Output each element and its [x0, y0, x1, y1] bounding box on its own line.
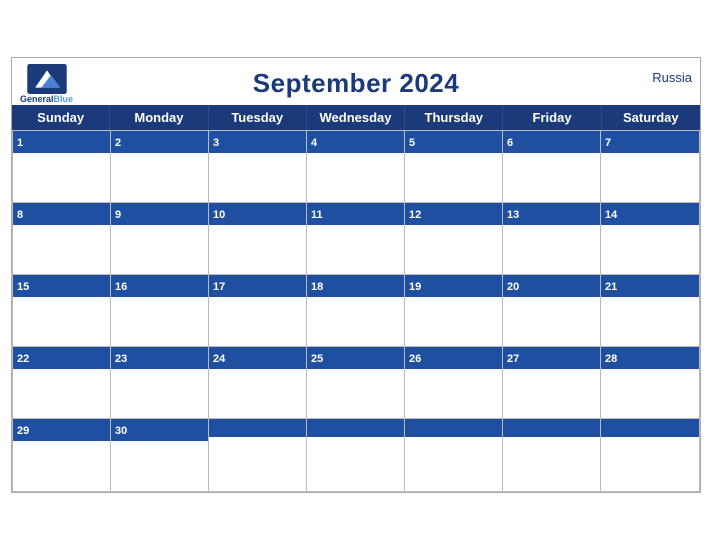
header-saturday: Saturday	[602, 105, 700, 130]
day-cell-30: 30	[111, 419, 209, 491]
week-row-1: 1 2 3 4 5 6 7	[13, 131, 699, 203]
day-cell-11: 11	[307, 203, 405, 275]
day-cell-13: 13	[503, 203, 601, 275]
header-tuesday: Tuesday	[209, 105, 307, 130]
header-sunday: Sunday	[12, 105, 110, 130]
day-cell-10: 10	[209, 203, 307, 275]
day-cell-22: 22	[13, 347, 111, 419]
header-monday: Monday	[110, 105, 208, 130]
day-cell-empty-1	[209, 419, 307, 491]
week-row-4: 22 23 24 25 26 27 28	[13, 347, 699, 419]
day-cell-4: 4	[307, 131, 405, 203]
day-cell-25: 25	[307, 347, 405, 419]
week-row-3: 15 16 17 18 19 20 21	[13, 275, 699, 347]
brand-logo-area: GeneralBlue	[20, 64, 73, 104]
day-cell-2: 2	[111, 131, 209, 203]
day-cell-5: 5	[405, 131, 503, 203]
day-cell-empty-2	[307, 419, 405, 491]
day-cell-6: 6	[503, 131, 601, 203]
day-cell-empty-5	[601, 419, 699, 491]
week-row-5: 29 30	[13, 419, 699, 491]
day-cell-1: 1	[13, 131, 111, 203]
day-cell-17: 17	[209, 275, 307, 347]
calendar-container: GeneralBlue September 2024 Russia Sunday…	[11, 57, 701, 493]
day-cell-28: 28	[601, 347, 699, 419]
day-cell-23: 23	[111, 347, 209, 419]
day-cell-7: 7	[601, 131, 699, 203]
day-cell-14: 14	[601, 203, 699, 275]
day-cell-12: 12	[405, 203, 503, 275]
header-wednesday: Wednesday	[307, 105, 405, 130]
day-cell-20: 20	[503, 275, 601, 347]
day-cell-19: 19	[405, 275, 503, 347]
brand-general-text: General	[20, 94, 54, 104]
day-cell-26: 26	[405, 347, 503, 419]
day-cell-15: 15	[13, 275, 111, 347]
day-cell-8: 8	[13, 203, 111, 275]
country-label: Russia	[652, 70, 692, 85]
day-cell-18: 18	[307, 275, 405, 347]
day-cell-21: 21	[601, 275, 699, 347]
brand-svg-icon	[27, 64, 67, 94]
day-cell-29: 29	[13, 419, 111, 491]
day-cell-16: 16	[111, 275, 209, 347]
day-cell-9: 9	[111, 203, 209, 275]
day-cell-empty-4	[503, 419, 601, 491]
brand-blue-text: Blue	[54, 94, 74, 104]
header-friday: Friday	[503, 105, 601, 130]
calendar-header: GeneralBlue September 2024 Russia	[12, 58, 700, 105]
calendar-title: September 2024	[253, 68, 459, 99]
day-headers-row: Sunday Monday Tuesday Wednesday Thursday…	[12, 105, 700, 130]
day-cell-3: 3	[209, 131, 307, 203]
week-row-2: 8 9 10 11 12 13 14	[13, 203, 699, 275]
day-cell-27: 27	[503, 347, 601, 419]
day-cell-empty-3	[405, 419, 503, 491]
day-cell-24: 24	[209, 347, 307, 419]
header-thursday: Thursday	[405, 105, 503, 130]
calendar-grid: 1 2 3 4 5 6 7 8 9 10 11 12 13 14 15 16 1…	[12, 130, 700, 492]
